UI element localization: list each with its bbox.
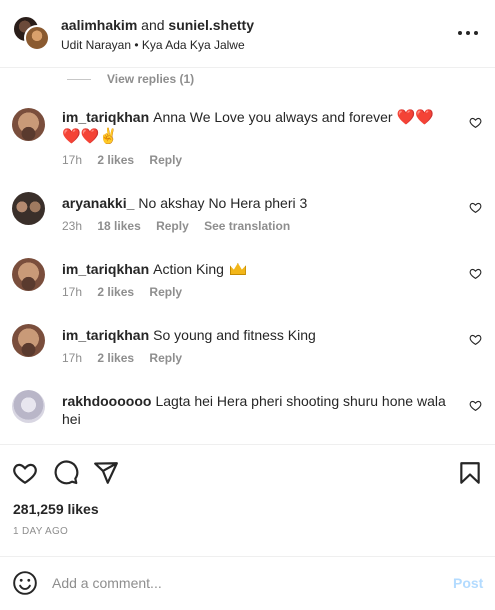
avatar[interactable] <box>12 192 45 225</box>
comment-time[interactable]: 17h <box>62 351 82 365</box>
see-translation-button[interactable]: See translation <box>204 219 290 233</box>
share-icon[interactable] <box>93 460 119 486</box>
like-comment-heart-icon[interactable] <box>469 399 482 412</box>
comment-time[interactable]: 17h <box>62 153 82 167</box>
comment-time[interactable]: 23h <box>62 219 82 233</box>
comment-likes[interactable]: 2 likes <box>97 153 134 167</box>
comment-username[interactable]: rakhdoooooo <box>62 393 151 409</box>
view-replies-label: View replies (1) <box>107 72 195 86</box>
post-button[interactable]: Post <box>453 575 483 591</box>
comment-text: aryanakki_ No akshay No Hera pheri 3 <box>62 194 452 212</box>
heart-icon[interactable] <box>12 460 38 486</box>
comment-time[interactable]: 17h <box>62 285 82 299</box>
comment-text: im_tariqkhan Anna We Love you always and … <box>62 108 452 146</box>
comment-text: im_tariqkhan So young and fitness King <box>62 326 452 344</box>
post-authors: aalimhakim and suniel.shetty <box>61 17 254 33</box>
avatar[interactable] <box>12 108 45 141</box>
reply-button[interactable]: Reply <box>149 153 182 167</box>
comment-icon[interactable] <box>53 460 79 486</box>
avatar[interactable] <box>12 390 45 423</box>
comment-text: rakhdoooooo Lagta hei Hera pheri shooting… <box>62 392 452 428</box>
like-comment-heart-icon[interactable] <box>469 201 482 214</box>
likes-count[interactable]: 281,259 likes <box>13 501 99 517</box>
avatar[interactable] <box>24 25 50 51</box>
comment-likes[interactable]: 18 likes <box>97 219 140 233</box>
like-comment-heart-icon[interactable] <box>469 116 482 129</box>
comment-likes[interactable]: 2 likes <box>97 351 134 365</box>
comment-meta: 17h 2 likes Reply <box>62 153 194 167</box>
replies-divider <box>67 78 91 80</box>
comment-input[interactable] <box>52 571 442 595</box>
comment-body: No akshay No Hera pheri 3 <box>138 195 308 211</box>
comment-meta: 23h 18 likes Reply See translation <box>62 219 302 233</box>
reply-button[interactable]: Reply <box>156 219 189 233</box>
comment-meta: 17h 2 likes Reply <box>62 285 194 299</box>
avatar[interactable] <box>12 324 45 357</box>
author-link-1[interactable]: aalimhakim <box>61 17 137 33</box>
more-options-icon[interactable] <box>458 26 478 40</box>
collab-avatars[interactable] <box>12 15 50 51</box>
comment-likes[interactable]: 2 likes <box>97 285 134 299</box>
like-comment-heart-icon[interactable] <box>469 333 482 346</box>
audio-link[interactable]: Udit Narayan • Kya Ada Kya Jalwe <box>61 38 245 52</box>
post-timestamp[interactable]: 1 DAY AGO <box>13 526 68 537</box>
avatar[interactable] <box>12 258 45 291</box>
comment-meta: 17h 2 likes Reply <box>62 351 194 365</box>
comment-username[interactable]: im_tariqkhan <box>62 109 149 125</box>
add-comment-bar: Post <box>0 556 495 610</box>
authors-joiner: and <box>141 17 165 33</box>
author-link-2[interactable]: suniel.shetty <box>168 17 254 33</box>
crown-emoji <box>229 263 246 275</box>
comment-body: Action King <box>153 261 224 277</box>
emoji-picker-icon[interactable] <box>12 570 38 596</box>
comment-username[interactable]: aryanakki_ <box>62 195 134 211</box>
like-comment-heart-icon[interactable] <box>469 267 482 280</box>
bookmark-icon[interactable] <box>457 460 483 486</box>
view-replies-link[interactable]: View replies (1) <box>67 70 194 88</box>
post-actions: 281,259 likes 1 DAY AGO <box>0 444 495 556</box>
comment-username[interactable]: im_tariqkhan <box>62 327 149 343</box>
comment-body: So young and fitness King <box>153 327 316 343</box>
comment-text: im_tariqkhan Action King <box>62 260 452 278</box>
comment-username[interactable]: im_tariqkhan <box>62 261 149 277</box>
comments-list[interactable]: View replies (1) im_tariqkhan Anna We Lov… <box>0 68 495 444</box>
post-header: aalimhakim and suniel.shetty Udit Naraya… <box>0 0 495 68</box>
reply-button[interactable]: Reply <box>149 351 182 365</box>
comment-body: Anna We Love you always and forever <box>153 109 393 125</box>
reply-button[interactable]: Reply <box>149 285 182 299</box>
